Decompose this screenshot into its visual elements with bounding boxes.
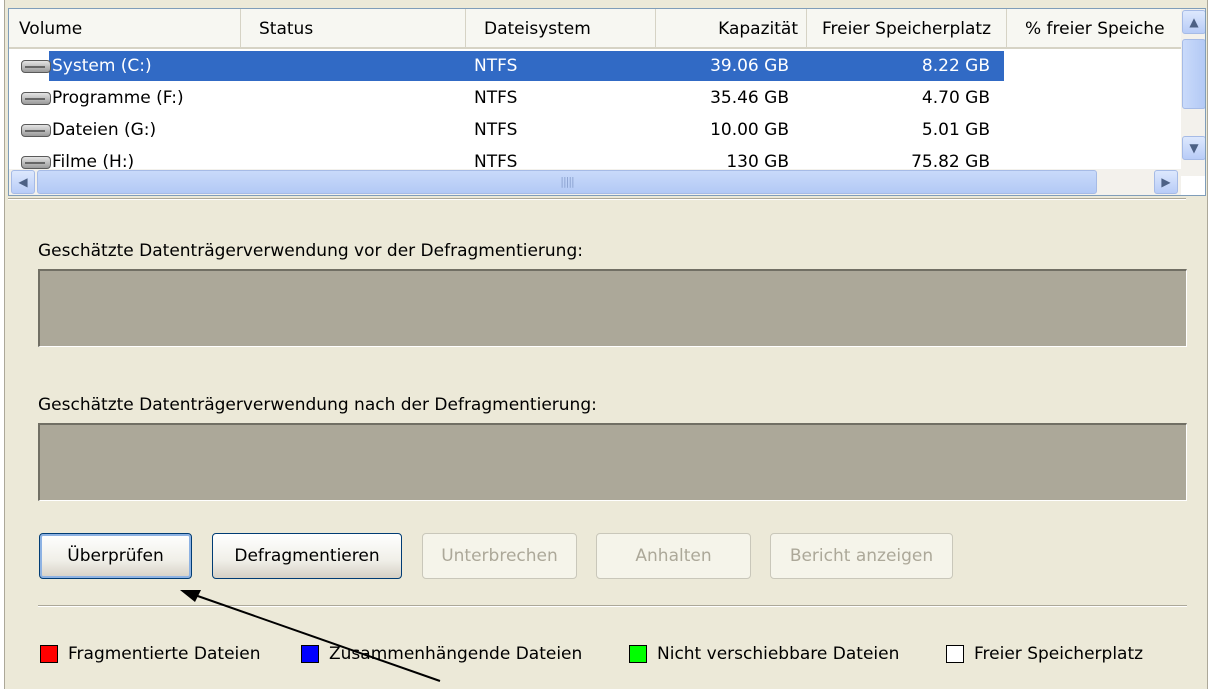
separator <box>8 198 1186 200</box>
vertical-scroll-thumb[interactable] <box>1182 39 1205 109</box>
scroll-left-icon[interactable]: ◀ <box>11 170 35 194</box>
column-header-filesystem[interactable]: Dateisystem <box>466 9 656 47</box>
free-space: 5.01 GB <box>921 120 990 140</box>
column-header-volume[interactable]: Volume <box>9 9 241 47</box>
before-defrag-label: Geschätzte Datenträgerverwendung vor der… <box>38 241 583 261</box>
free-space: 8.22 GB <box>921 56 990 76</box>
capacity: 39.06 GB <box>710 56 789 76</box>
filesystem: NTFS <box>474 56 518 76</box>
horizontal-scrollbar[interactable]: ◀ ||||| ▶ <box>9 169 1181 195</box>
volume-row-f[interactable]: Programme (F:) NTFS 35.46 GB 4.70 GB <box>9 83 1181 113</box>
window-left-border <box>0 0 5 689</box>
interrupt-button[interactable]: Unterbrechen <box>422 533 577 579</box>
filesystem: NTFS <box>474 88 518 108</box>
column-header-free-space[interactable]: Freier Speicherplatz <box>807 9 1007 47</box>
legend-label: Fragmentierte Dateien <box>68 644 261 664</box>
defragment-button[interactable]: Defragmentieren <box>212 533 402 579</box>
volume-name: Dateien (G:) <box>52 120 157 140</box>
list-header: Volume Status Dateisystem Kapazität Frei… <box>9 9 1181 49</box>
volume-name: System (C:) <box>52 56 152 76</box>
view-report-button[interactable]: Bericht anzeigen <box>770 533 953 579</box>
column-header-capacity[interactable]: Kapazität <box>656 9 807 47</box>
before-defrag-usage-display <box>38 269 1187 347</box>
column-header-percent-free[interactable]: % freier Speiche <box>1007 9 1181 47</box>
window-right-border <box>1207 0 1213 689</box>
legend-swatch-blue <box>301 645 319 663</box>
volume-list[interactable]: Volume Status Dateisystem Kapazität Frei… <box>8 8 1206 196</box>
vertical-scrollbar[interactable]: ▲ ▼ <box>1181 9 1205 176</box>
legend-swatch-white <box>946 645 964 663</box>
stop-button[interactable]: Anhalten <box>596 533 751 579</box>
drive-icon <box>21 156 51 169</box>
after-defrag-usage-display <box>38 423 1187 501</box>
after-defrag-label: Geschätzte Datenträgerverwendung nach de… <box>38 395 597 415</box>
column-header-status[interactable]: Status <box>241 9 466 47</box>
legend-swatch-green <box>629 645 647 663</box>
scroll-down-icon[interactable]: ▼ <box>1182 136 1205 160</box>
legend-label: Nicht verschiebbare Dateien <box>657 644 900 664</box>
volume-row-c[interactable]: System (C:) NTFS 39.06 GB 8.22 GB <box>9 51 1181 81</box>
horizontal-scroll-thumb[interactable]: ||||| <box>37 170 1097 194</box>
volume-row-g[interactable]: Dateien (G:) NTFS 10.00 GB 5.01 GB <box>9 115 1181 145</box>
free-space: 4.70 GB <box>921 88 990 108</box>
separator <box>38 605 1187 607</box>
drive-icon <box>21 124 51 137</box>
capacity: 35.46 GB <box>710 88 789 108</box>
filesystem: NTFS <box>474 120 518 140</box>
legend-label: Zusammenhängende Dateien <box>329 644 583 664</box>
drive-icon <box>21 60 51 73</box>
scroll-right-icon[interactable]: ▶ <box>1154 170 1178 194</box>
scroll-up-icon[interactable]: ▲ <box>1182 10 1205 34</box>
volume-name: Programme (F:) <box>52 88 184 108</box>
check-button[interactable]: Überprüfen <box>39 533 192 579</box>
drive-icon <box>21 92 51 105</box>
legend-swatch-red <box>40 645 58 663</box>
legend-label: Freier Speicherplatz <box>974 644 1144 664</box>
capacity: 10.00 GB <box>710 120 789 140</box>
